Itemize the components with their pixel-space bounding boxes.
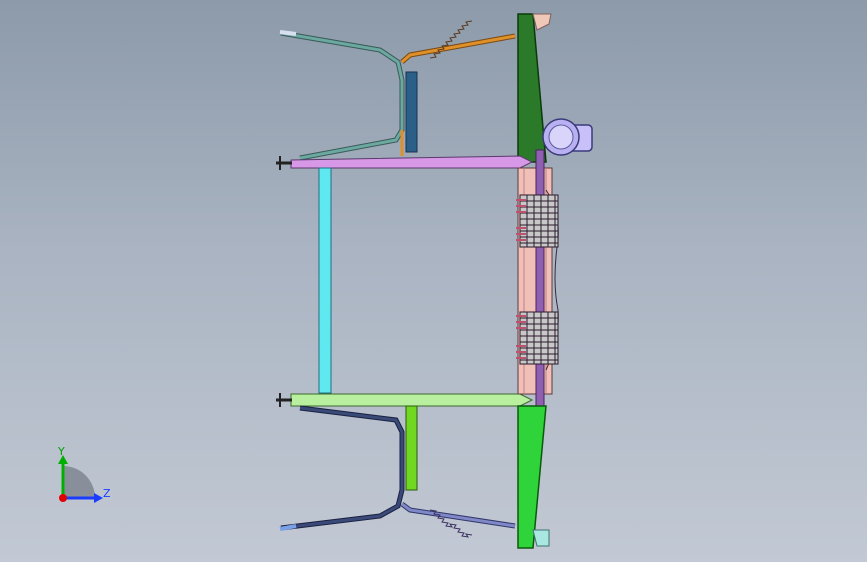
lower-side-plate[interactable] xyxy=(517,405,547,549)
roller-column[interactable] xyxy=(517,149,559,413)
triad-quadrant xyxy=(63,466,95,498)
lower-arm[interactable] xyxy=(276,393,534,407)
upper-side-plate[interactable] xyxy=(517,13,547,163)
cad-viewport[interactable]: Y Z xyxy=(0,0,867,562)
upper-tab xyxy=(532,13,552,31)
upper-arm[interactable] xyxy=(276,155,534,170)
upper-clamp-block[interactable] xyxy=(405,71,418,153)
vertical-post[interactable] xyxy=(318,167,332,394)
lower-gear-roller[interactable] xyxy=(516,311,559,365)
lower-wire-frame[interactable] xyxy=(279,405,516,531)
hub-assembly[interactable] xyxy=(542,118,593,156)
upper-gear-roller[interactable] xyxy=(516,194,559,248)
triad-y-label: Y xyxy=(57,445,65,458)
triad-z-label: Z xyxy=(103,487,111,500)
lower-clamp-block[interactable] xyxy=(405,405,418,491)
lower-tab xyxy=(532,529,550,547)
orientation-triad: Y Z xyxy=(57,445,111,503)
z-axis-arrow xyxy=(94,493,103,503)
upper-wire-frame[interactable] xyxy=(279,30,516,161)
x-axis-dot xyxy=(59,494,67,502)
